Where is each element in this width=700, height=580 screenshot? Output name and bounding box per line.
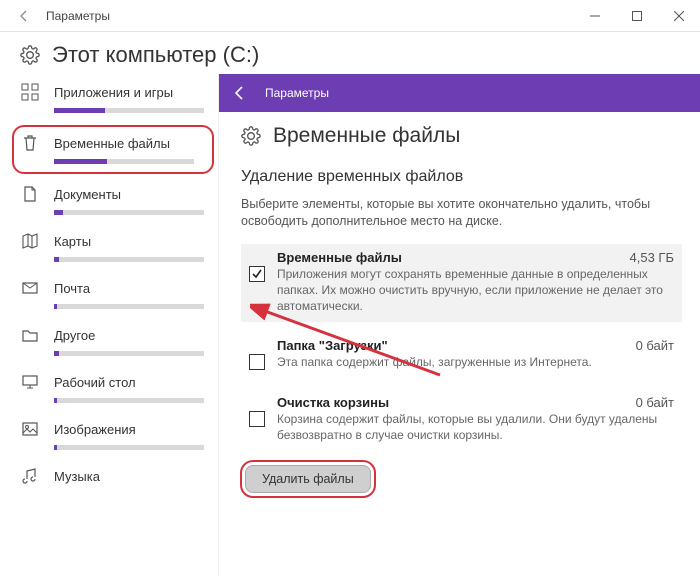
mail-icon [20, 278, 40, 298]
sidebar-item-label: Карты [54, 234, 91, 249]
folder-icon [20, 325, 40, 345]
trash-icon [20, 133, 40, 153]
image-icon [20, 419, 40, 439]
maximize-icon [632, 11, 642, 21]
sidebar-item-label: Изображения [54, 422, 136, 437]
option-name: Временные файлы [277, 250, 402, 265]
sidebar-item-label: Документы [54, 187, 121, 202]
option-size: 4,53 ГБ [622, 250, 674, 265]
content-breadcrumb: Параметры [219, 74, 700, 112]
minimize-icon [590, 11, 600, 21]
usage-bar [54, 351, 204, 356]
window-controls [574, 0, 700, 32]
sidebar-item-desktop[interactable]: Рабочий стол [20, 368, 218, 409]
option-name: Очистка корзины [277, 395, 389, 410]
titlebar-title: Параметры [40, 9, 574, 23]
music-icon [20, 466, 40, 486]
section-description: Выберите элементы, которые вы хотите око… [219, 192, 700, 236]
page-title: Этот компьютер (C:) [52, 42, 259, 68]
option-temp-files[interactable]: Временные файлы 4,53 ГБ Приложения могут… [241, 244, 682, 323]
content-pane: Параметры Временные файлы Удаление време… [218, 74, 700, 576]
sidebar-item-apps[interactable]: Приложения и игры [20, 78, 218, 119]
page-header: Этот компьютер (C:) [0, 32, 700, 74]
option-description: Приложения могут сохранять временные дан… [277, 265, 674, 315]
maximize-button[interactable] [616, 0, 658, 32]
sidebar-item-music[interactable]: Музыка [20, 462, 218, 492]
sidebar-item-other[interactable]: Другое [20, 321, 218, 362]
section-title: Удаление временных файлов [219, 154, 700, 192]
desktop-icon [20, 372, 40, 392]
content-header: Временные файлы [219, 112, 700, 154]
option-size: 0 байт [628, 395, 674, 410]
delete-files-button[interactable]: Удалить файлы [245, 465, 371, 493]
close-icon [674, 11, 684, 21]
usage-bar [54, 445, 204, 450]
sidebar-item-label: Рабочий стол [54, 375, 136, 390]
sidebar-item-images[interactable]: Изображения [20, 415, 218, 456]
arrow-left-icon [231, 84, 249, 102]
content-back-button[interactable] [223, 74, 257, 112]
sidebar-item-label: Музыка [54, 469, 100, 484]
sidebar-item-docs[interactable]: Документы [20, 180, 218, 221]
arrow-left-icon [16, 8, 32, 24]
map-icon [20, 231, 40, 251]
gear-icon [20, 45, 40, 65]
option-description: Эта папка содержит файлы, загруженные из… [277, 353, 674, 370]
option-name: Папка "Загрузки" [277, 338, 388, 353]
close-button[interactable] [658, 0, 700, 32]
sidebar-item-label: Другое [54, 328, 95, 343]
sidebar-item-mail[interactable]: Почта [20, 274, 218, 315]
sidebar-item-label: Приложения и игры [54, 85, 173, 100]
content-title: Временные файлы [273, 124, 460, 148]
option-checkbox[interactable] [249, 266, 265, 282]
sidebar-item-label: Временные файлы [54, 136, 170, 151]
usage-bar [54, 108, 204, 113]
option-size: 0 байт [628, 338, 674, 353]
minimize-button[interactable] [574, 0, 616, 32]
usage-bar [54, 159, 194, 164]
option-recycle-bin[interactable]: Очистка корзины 0 байт Корзина содержит … [241, 389, 682, 451]
titlebar-back-button[interactable] [8, 0, 40, 32]
gear-icon [241, 126, 261, 146]
option-downloads[interactable]: Папка "Загрузки" 0 байт Эта папка содерж… [241, 332, 682, 378]
usage-bar [54, 304, 204, 309]
document-icon [20, 184, 40, 204]
sidebar-item-label: Почта [54, 281, 90, 296]
check-icon [252, 269, 262, 279]
breadcrumb-label: Параметры [261, 86, 329, 100]
apps-icon [20, 82, 40, 102]
option-checkbox[interactable] [249, 411, 265, 427]
sidebar: Приложения и игры Временные файлы Докуме… [0, 74, 218, 576]
sidebar-item-temp[interactable]: Временные файлы [12, 125, 214, 174]
option-checkbox[interactable] [249, 354, 265, 370]
usage-bar [54, 210, 204, 215]
usage-bar [54, 257, 204, 262]
titlebar: Параметры [0, 0, 700, 32]
sidebar-item-maps[interactable]: Карты [20, 227, 218, 268]
option-description: Корзина содержит файлы, которые вы удали… [277, 410, 674, 443]
usage-bar [54, 398, 204, 403]
